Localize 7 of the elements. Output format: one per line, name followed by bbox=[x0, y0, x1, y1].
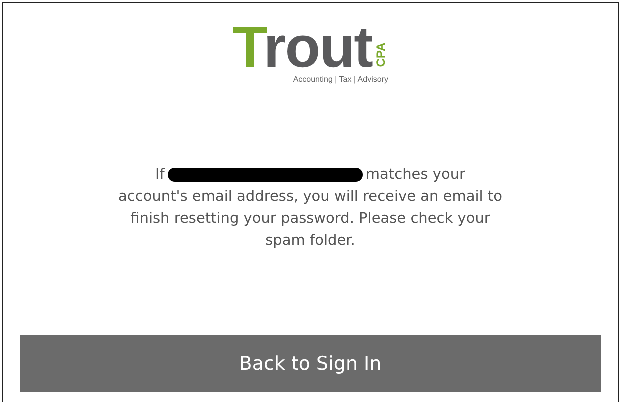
logo-tagline: Accounting | Tax | Advisory bbox=[293, 75, 388, 84]
message-text: matches your bbox=[366, 166, 466, 185]
message-text: If bbox=[156, 166, 165, 185]
back-to-sign-in-button[interactable]: Back to Sign In bbox=[20, 335, 601, 392]
logo-wordmark: Trout bbox=[232, 23, 372, 73]
logo-suffix-text: CPA bbox=[376, 42, 388, 68]
message-text: account's email address, you will receive an email to finish resetting your password. Please check your spam folder. bbox=[118, 188, 504, 251]
